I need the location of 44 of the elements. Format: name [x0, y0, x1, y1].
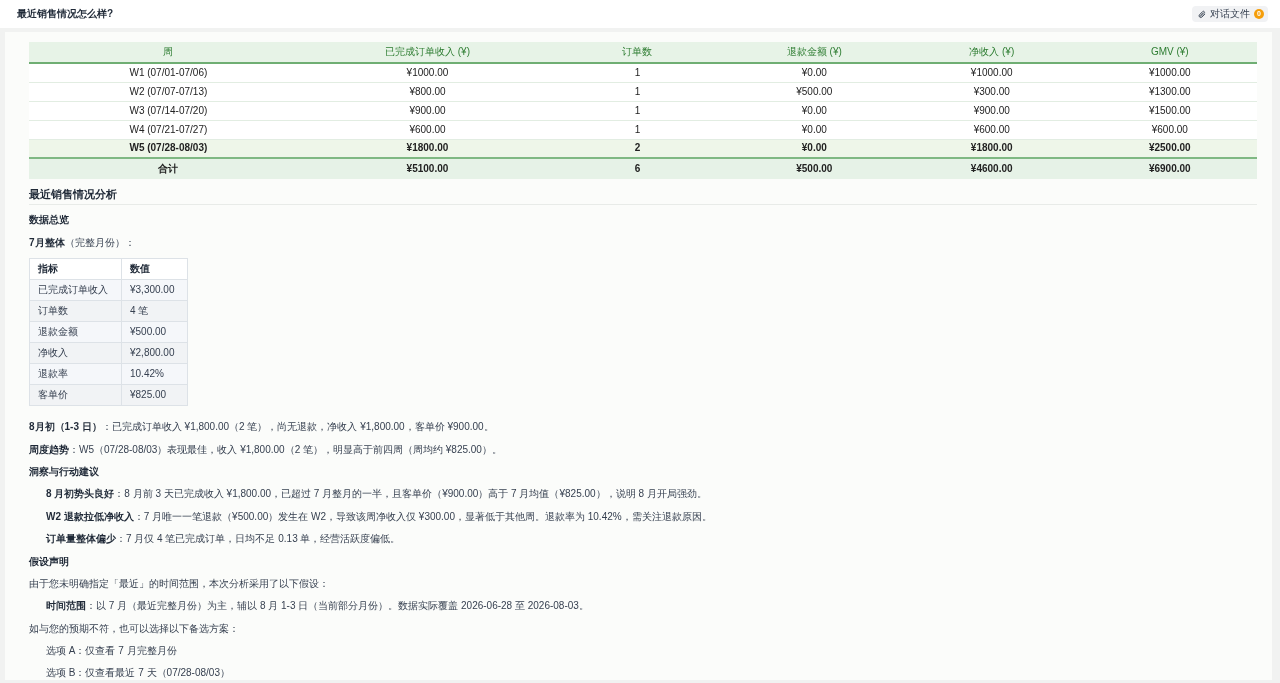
table-cell: 合计 — [29, 158, 308, 179]
section-heading: 数据总览 — [29, 213, 70, 228]
table-cell: W3 (07/14-07/20) — [29, 101, 308, 120]
column-header: 退款金额 (¥) — [727, 42, 901, 63]
list-item: 8 月初势头良好：8 月前 3 天已完成收入 ¥1,800.00，已超过 7 月整月的一半，且客单价（¥900.00）高于 7 月均值（¥825.00），说明 8 月开局强劲。 — [46, 487, 708, 502]
table-cell: W4 (07/21-07/27) — [29, 120, 308, 139]
list-item: W2 退款拉低净收入：7 月唯一一笔退款（¥500.00）发生在 W2，导致该周净收入仅 ¥300.00，显著低于其他周。退款率为 10.42%，需关注退款原因。 — [46, 509, 713, 524]
list-item: 选项 A：仅查看 7 月完整月份 — [46, 644, 178, 659]
table-cell: ¥5100.00 — [307, 158, 548, 179]
column-header: GMV (¥) — [1082, 42, 1257, 63]
column-header: 已完成订单收入 (¥) — [307, 42, 548, 63]
column-header: 指标 — [29, 258, 122, 280]
paragraph: 7月整体（完整月份）： — [29, 235, 136, 250]
paragraph: 如与您的预期不符，也可以选择以下备选方案： — [29, 621, 240, 636]
table-cell: 退款率 — [29, 363, 122, 385]
column-header: 订单数 — [547, 42, 728, 63]
table-cell: 客单价 — [29, 384, 122, 406]
table-cell: 1 — [547, 82, 728, 101]
table-cell: W1 (07/01-07/06) — [29, 63, 308, 82]
list-item: 订单量整体偏少：7 月仅 4 笔已完成订单，日均不足 0.13 单，经营活跃度偏低。 — [46, 532, 402, 547]
paragraph: 由于您未明确指定「最近」的时间范围，本次分析采用了以下假设： — [29, 576, 330, 591]
table-cell: 6 — [547, 158, 728, 179]
column-header: 数值 — [121, 258, 188, 280]
section-heading: 假设声明 — [29, 554, 70, 569]
list-item: 时间范围：以 7 月（最近完整月份）为主，辅以 8 月 1-3 日（当前部分月份）。数据实际覆盖 2026-06-28 至 2026-08-03。 — [46, 599, 590, 614]
table-cell: 订单数 — [29, 300, 122, 322]
paragraph: 周度趋势：W5（07/28-08/03）表现最佳，收入 ¥1,800.00（2 笔），明显高于前四周（周均约 ¥825.00）。 — [29, 442, 503, 457]
table-cell: 1 — [547, 120, 728, 139]
table-cell: 1 — [547, 63, 728, 82]
table-cell: 2 — [547, 139, 728, 158]
paragraph: 8月初（1-3 日）：已完成订单收入 ¥1,800.00（2 笔），尚无退款，净收入 ¥1,800.00，客单价 ¥900.00。 — [29, 420, 495, 435]
column-header: 净收入 (¥) — [900, 42, 1083, 63]
table-cell: 1 — [547, 101, 728, 120]
paperclip-icon — [1198, 9, 1206, 19]
section-title: 最近销售情况分析 — [29, 187, 1257, 205]
table-cell: 净收入 — [29, 342, 122, 364]
column-header: 周 — [29, 42, 308, 63]
table-cell: 退款金额 — [29, 321, 122, 343]
table-cell: W5 (07/28-08/03) — [29, 139, 308, 158]
page-title: 最近销售情况怎么样? — [17, 7, 114, 21]
section-heading: 洞察与行动建议 — [29, 464, 100, 479]
table-cell: 已完成订单收入 — [29, 279, 122, 301]
list-item: 选项 B：仅查看最近 7 天（07/28-08/03） — [46, 666, 231, 680]
table-cell: W2 (07/07-07/13) — [29, 82, 308, 101]
